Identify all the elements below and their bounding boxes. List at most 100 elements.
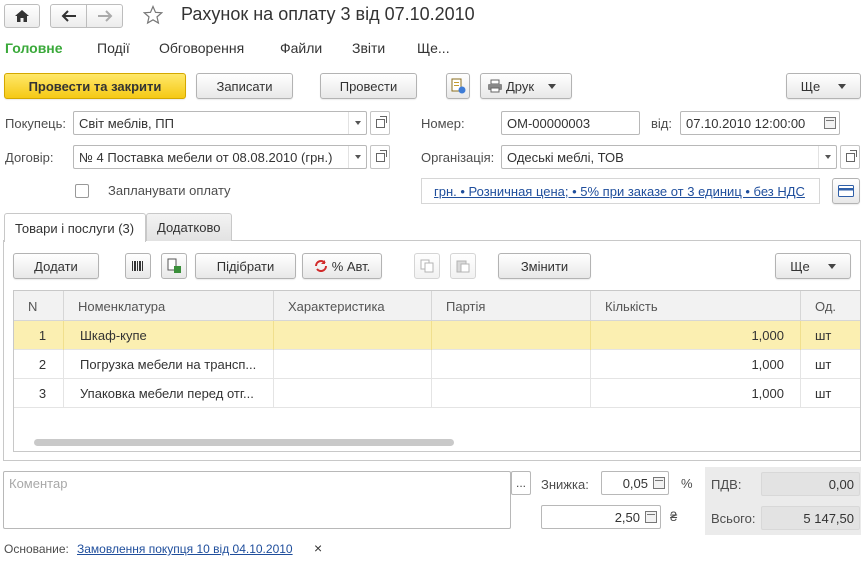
open-organization-button[interactable] — [840, 145, 860, 169]
row-item: Погрузка мебели на трансп... — [64, 350, 274, 379]
column-header-item[interactable]: Номенклатура — [64, 291, 274, 321]
favorite-star-icon[interactable] — [142, 4, 164, 28]
tab-goods-services[interactable]: Товари і послуги (3) — [4, 213, 146, 242]
basis-link[interactable]: Замовлення покупця 10 від 04.10.2010 — [77, 542, 293, 556]
post-button[interactable]: Провести — [320, 73, 417, 99]
total-value: 5 147,50 — [761, 506, 860, 530]
table-row[interactable]: 2 Погрузка мебели на трансп... 1,000 шт — [14, 350, 860, 379]
column-header-characteristic[interactable]: Характеристика — [274, 291, 432, 321]
menu-reports[interactable]: Звіти — [352, 40, 385, 56]
scan-device-button[interactable] — [161, 253, 187, 279]
document-structure-icon — [451, 78, 466, 94]
organization-label: Організація: — [421, 150, 495, 165]
column-header-unit[interactable]: Од. — [801, 291, 860, 321]
paste-icon — [456, 260, 470, 273]
post-label: Провести — [339, 78, 398, 94]
price-settings-link[interactable]: грн. • Розничная цена; • 5% при заказе о… — [434, 184, 805, 199]
menu-events[interactable]: Події — [97, 40, 130, 56]
save-label: Записати — [216, 78, 273, 94]
window-title: Рахунок на оплату 3 від 07.10.2010 — [181, 4, 475, 24]
dropdown-arrow-icon[interactable] — [818, 146, 836, 168]
dropdown-arrow-icon[interactable] — [348, 112, 366, 134]
row-number: 2 — [14, 350, 64, 379]
payment-card-button[interactable] — [832, 178, 860, 204]
column-item-label: Номенклатура — [78, 298, 166, 314]
row-characteristic — [274, 379, 432, 408]
date-field[interactable]: 07.10.2010 12:00:00 — [680, 111, 840, 135]
row-number: 3 — [14, 379, 64, 408]
open-contract-button[interactable] — [370, 145, 390, 169]
menu-main[interactable]: Головне — [5, 40, 63, 56]
column-n-label: N — [28, 298, 38, 314]
row-characteristic — [274, 321, 432, 350]
structure-button[interactable] — [446, 73, 470, 99]
total-amount: 5 147,50 — [803, 510, 854, 526]
open-buyer-button[interactable] — [370, 111, 390, 135]
print-button[interactable]: Друк — [480, 73, 572, 99]
more-label: Ще — [800, 78, 821, 94]
discount-percent-value: 0,05 — [622, 475, 648, 491]
date-value: 07.10.2010 12:00:00 — [686, 115, 806, 131]
arrow-left-icon — [61, 10, 76, 22]
barcode-button[interactable] — [125, 253, 151, 279]
copy-rows-button[interactable] — [414, 253, 440, 279]
forward-button[interactable] — [86, 4, 123, 28]
number-field[interactable]: ОМ-00000003 — [501, 111, 640, 135]
buyer-field[interactable]: Світ меблів, ПП — [73, 111, 367, 135]
calendar-icon[interactable] — [824, 117, 836, 129]
table-header: N Номенклатура Характеристика Партія Кіл… — [14, 291, 860, 321]
row-quantity: 1,000 — [591, 321, 801, 350]
table-row[interactable]: 1 Шкаф-купе 1,000 шт — [14, 321, 860, 350]
table-more-button[interactable]: Ще — [775, 253, 851, 279]
number-value: ОМ-00000003 — [507, 115, 591, 131]
column-header-quantity[interactable]: Кількість — [591, 291, 801, 321]
discount-amount-value: 2,50 — [614, 509, 640, 525]
save-button[interactable]: Записати — [196, 73, 293, 99]
calculator-icon[interactable] — [645, 511, 657, 523]
column-header-n[interactable]: N — [14, 291, 64, 321]
row-batch — [432, 350, 591, 379]
menu-discussion[interactable]: Обговорення — [159, 40, 244, 56]
back-button[interactable] — [50, 4, 87, 28]
comment-placeholder: Коментар — [9, 476, 68, 491]
table-more-label: Ще — [790, 258, 810, 274]
home-icon — [15, 10, 29, 22]
currency-sign: ₴ — [670, 509, 678, 524]
horizontal-scrollbar[interactable] — [34, 439, 454, 446]
contract-field[interactable]: № 4 Поставка мебели от 08.08.2010 (грн.) — [73, 145, 367, 169]
column-characteristic-label: Характеристика — [288, 298, 385, 314]
goods-table[interactable]: N Номенклатура Характеристика Партія Кіл… — [13, 290, 861, 452]
paste-rows-button[interactable] — [450, 253, 476, 279]
comment-field[interactable]: Коментар — [3, 471, 511, 529]
pick-button[interactable]: Підібрати — [195, 253, 296, 279]
number-label: Номер: — [421, 116, 465, 131]
comment-expand-button[interactable]: ... — [511, 471, 531, 495]
basis-label: Основание: — [4, 542, 69, 556]
auto-percent-button[interactable]: % Авт. — [302, 253, 382, 279]
change-button[interactable]: Змінити — [498, 253, 591, 279]
clear-basis-icon[interactable]: × — [314, 540, 322, 556]
row-quantity: 1,000 — [591, 379, 801, 408]
post-and-close-button[interactable]: Провести та закрити — [4, 73, 186, 99]
tab-additional[interactable]: Додатково — [146, 213, 232, 241]
date-label: від: — [651, 116, 672, 131]
calculator-icon[interactable] — [653, 477, 665, 489]
discount-percent-field[interactable]: 0,05 — [601, 471, 669, 495]
menu-files[interactable]: Файли — [280, 40, 322, 56]
add-row-button[interactable]: Додати — [13, 253, 99, 279]
plan-payment-checkbox[interactable] — [75, 184, 89, 198]
row-quantity: 1,000 — [591, 350, 801, 379]
organization-field[interactable]: Одеські меблі, ТОВ — [501, 145, 837, 169]
post-and-close-label: Провести та закрити — [28, 78, 162, 94]
chevron-down-icon — [838, 83, 847, 89]
column-header-batch[interactable]: Партія — [432, 291, 591, 321]
dropdown-arrow-icon[interactable] — [348, 146, 366, 168]
more-actions-button[interactable]: Ще — [786, 73, 861, 99]
column-unit-label: Од. — [815, 298, 837, 314]
table-row[interactable]: 3 Упаковка мебели перед отг... 1,000 шт — [14, 379, 860, 408]
menu-more[interactable]: Ще... — [417, 40, 450, 56]
home-button[interactable] — [4, 4, 40, 28]
column-quantity-label: Кількість — [605, 298, 658, 314]
discount-amount-field[interactable]: 2,50 — [541, 505, 661, 529]
row-item: Шкаф-купе — [64, 321, 274, 350]
